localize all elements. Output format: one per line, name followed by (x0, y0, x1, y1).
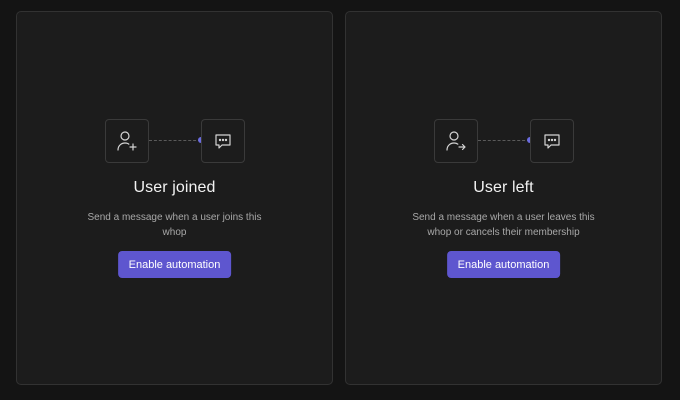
flow-connector (477, 140, 530, 141)
enable-automation-button[interactable]: Enable automation (446, 251, 561, 278)
automation-card-user-left: User left Send a message when a user lea… (345, 11, 662, 385)
trigger-node (104, 119, 149, 163)
automation-card-user-joined: User joined Send a message when a user j… (16, 11, 333, 385)
card-title: User left (473, 179, 534, 196)
card-description: Send a message when a user leaves this w… (412, 212, 595, 238)
message-bubble-icon (543, 134, 560, 149)
user-arrow-right-icon (445, 131, 466, 151)
automation-flow-diagram (433, 119, 574, 165)
automation-flow-diagram (104, 119, 245, 165)
action-node (529, 119, 574, 163)
action-node (200, 119, 245, 163)
flow-connector (148, 140, 201, 141)
trigger-node (433, 119, 478, 163)
user-plus-icon (116, 131, 137, 151)
card-description: Send a message when a user joins this wh… (87, 212, 262, 238)
card-title: User joined (133, 179, 216, 196)
automations-page: User joined Send a message when a user j… (0, 0, 680, 400)
enable-automation-button[interactable]: Enable automation (117, 251, 232, 278)
message-bubble-icon (214, 134, 231, 149)
